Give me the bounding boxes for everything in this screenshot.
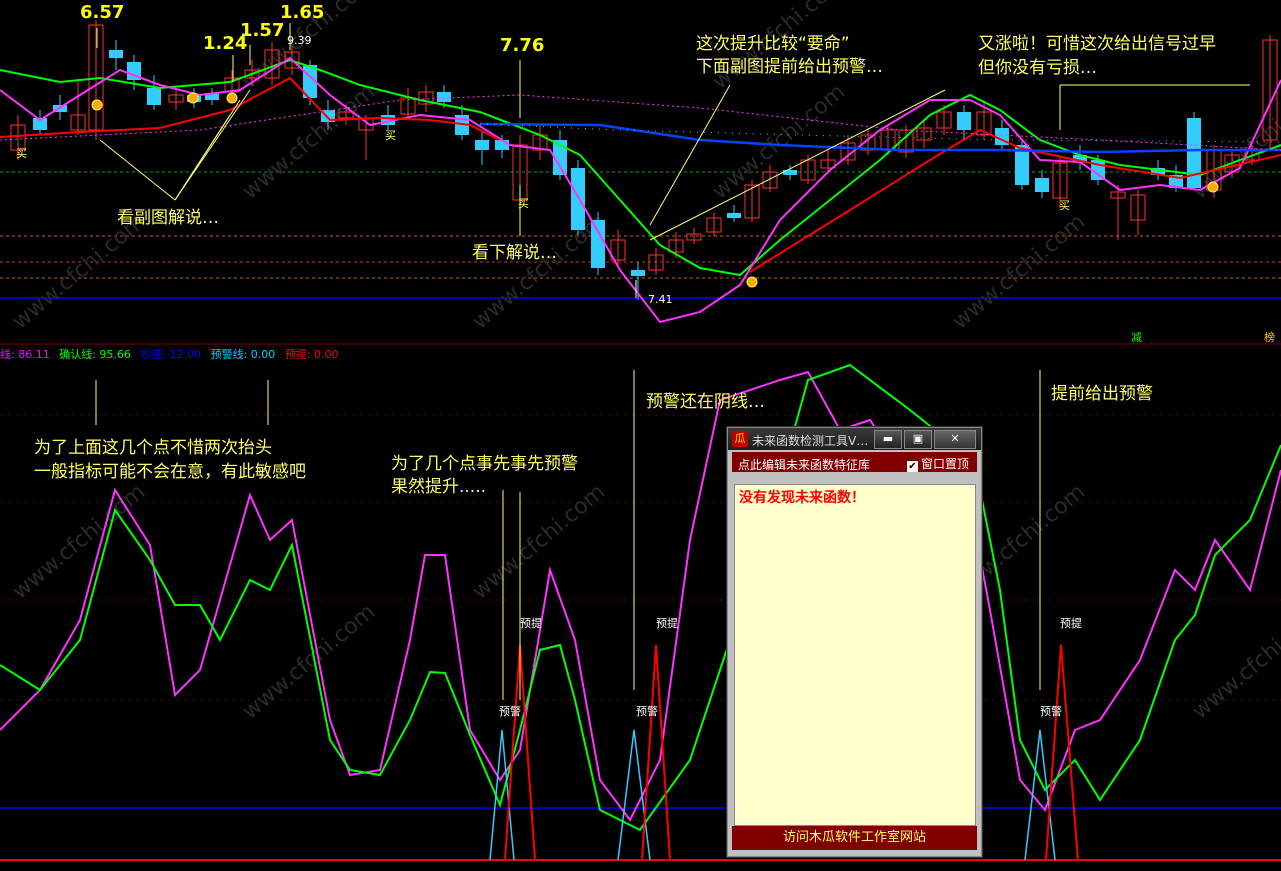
- annotation-two-raise-2: 一般指标可能不会在意，有此敏感吧: [34, 462, 306, 482]
- candle-body-down: [727, 213, 741, 218]
- annotation-rise-2: 但你没有亏损…: [978, 58, 1097, 78]
- signal-ball-icon: [187, 92, 199, 104]
- low-value-label: 7.41: [648, 293, 673, 306]
- candle-body-down: [957, 112, 971, 130]
- candle-body-down: [591, 220, 605, 268]
- legend-lift: 预提: 0.00: [284, 348, 339, 361]
- app-icon: 瓜: [732, 431, 748, 447]
- high-value-label: 9.39: [287, 34, 312, 47]
- candle-body-down: [147, 88, 161, 105]
- buy-marker: 买: [1059, 199, 1070, 212]
- confirm-line-curve: [0, 363, 1281, 832]
- annotation-rise-1: 又涨啦！可惜这次给出信号过早: [978, 34, 1216, 54]
- legend-bottom: 抄底: 12.00: [140, 348, 202, 361]
- annotation-pre-warn-1: 为了几个点事先事先预警: [391, 454, 578, 474]
- future-function-check-dialog[interactable]: 瓜 未来函数检测工具V… ▬ ▣ ✕ 点此编辑未来函数特征库 ✔ 窗口置顶 没有发…: [727, 427, 982, 857]
- candle-body-down: [109, 50, 123, 58]
- watermark-text: www.cfchi.com: [468, 479, 610, 604]
- warn-marker: 预警: [636, 705, 658, 718]
- lift-marker: 预提: [656, 617, 678, 630]
- watermark-text: www.cfchi.com: [468, 209, 610, 334]
- maximize-button[interactable]: ▣: [904, 430, 932, 449]
- price-label-1-57: 1.57: [240, 20, 285, 41]
- warn-marker: 预警: [499, 705, 521, 718]
- result-textarea[interactable]: 没有发现未来函数！: [734, 484, 976, 826]
- legend-confirm: 确认线: 95.66: [59, 348, 131, 361]
- indicator-legend: 线: 86.11 确认线: 95.66 抄底: 12.00 预警线: 0.00 …: [0, 346, 345, 362]
- dialog-toolbar: 点此编辑未来函数特征库 ✔ 窗口置顶: [732, 452, 977, 472]
- signal-ball-icon: [91, 99, 103, 111]
- edit-feature-library-link[interactable]: 点此编辑未来函数特征库: [738, 456, 870, 473]
- watermark-text: www.cfchi.com: [1188, 79, 1281, 204]
- watermark-text: www.cfchi.com: [1188, 599, 1281, 724]
- bang-marker: 榜: [1264, 331, 1275, 344]
- legend-warn-line: 预警线: 0.00: [210, 348, 276, 361]
- close-button[interactable]: ✕: [934, 430, 976, 449]
- candle-body-down: [1187, 118, 1201, 188]
- watermark-text: www.cfchi.com: [8, 479, 150, 604]
- minimize-button[interactable]: ▬: [874, 430, 902, 449]
- pin-window-label: 窗口置顶: [920, 457, 969, 471]
- pin-window-checkbox[interactable]: ✔ 窗口置顶: [906, 455, 969, 472]
- annotation-critical-2: 下面副图提前给出预警…: [696, 57, 883, 77]
- warn-spike: [617, 729, 651, 861]
- price-label-6-57: 6.57: [80, 2, 125, 23]
- visit-website-link[interactable]: 访问木瓜软件工作室网站: [732, 826, 977, 850]
- lift-marker: 预提: [1060, 617, 1082, 630]
- buy-marker: 买: [385, 129, 396, 142]
- annotation-early-warn: 提前给出预警: [1051, 384, 1153, 404]
- candle-body-down: [437, 92, 451, 102]
- annotation-arrow: [99, 139, 176, 201]
- annotation-see-sub: 看副图解说…: [117, 208, 219, 228]
- price-label-1-65: 1.65: [280, 2, 325, 23]
- watermark-text: www.cfchi.com: [238, 599, 380, 724]
- annotation-arrow: [649, 84, 731, 226]
- signal-ball-icon: [226, 92, 238, 104]
- annotation-two-raise-1: 为了上面这几个点不惜两次抬头: [34, 438, 272, 458]
- buy-marker: 买: [16, 147, 27, 160]
- candle-body-down: [1035, 178, 1049, 192]
- candle-body-down: [571, 168, 585, 230]
- candle-body-down: [631, 270, 645, 276]
- stock-chart-canvas[interactable]: www.cfchi.com www.cfchi.com www.cfchi.com w…: [0, 0, 1281, 871]
- annotation-pre-warn-2: 果然提升.....: [391, 477, 487, 497]
- annotation-see-below: 看下解说…: [472, 243, 557, 263]
- legend-line: 线: 86.11: [0, 348, 50, 361]
- signal-ball-icon: [1207, 181, 1219, 193]
- candle-body-down: [495, 140, 509, 150]
- dialog-title-bar[interactable]: 瓜 未来函数检测工具V… ▬ ▣ ✕: [728, 428, 981, 450]
- result-message: 没有发现未来函数！: [739, 490, 865, 506]
- annotation-critical-1: 这次提升比较“要命”: [696, 34, 850, 54]
- lift-marker: 预提: [520, 617, 542, 630]
- signal-ball-icon: [746, 276, 758, 288]
- dialog-title: 未来函数检测工具V…: [752, 434, 869, 448]
- candle-body-down: [475, 140, 489, 150]
- watermark-text: www.cfchi.com: [948, 209, 1090, 334]
- annotation-still-yin: 预警还在阴线…: [646, 392, 765, 412]
- buy-marker: 买: [518, 197, 529, 210]
- checkbox-check-icon[interactable]: ✔: [906, 461, 918, 472]
- warn-marker: 预警: [1040, 705, 1062, 718]
- price-label-7-76: 7.76: [500, 35, 545, 56]
- jian-marker: 减: [1131, 331, 1142, 344]
